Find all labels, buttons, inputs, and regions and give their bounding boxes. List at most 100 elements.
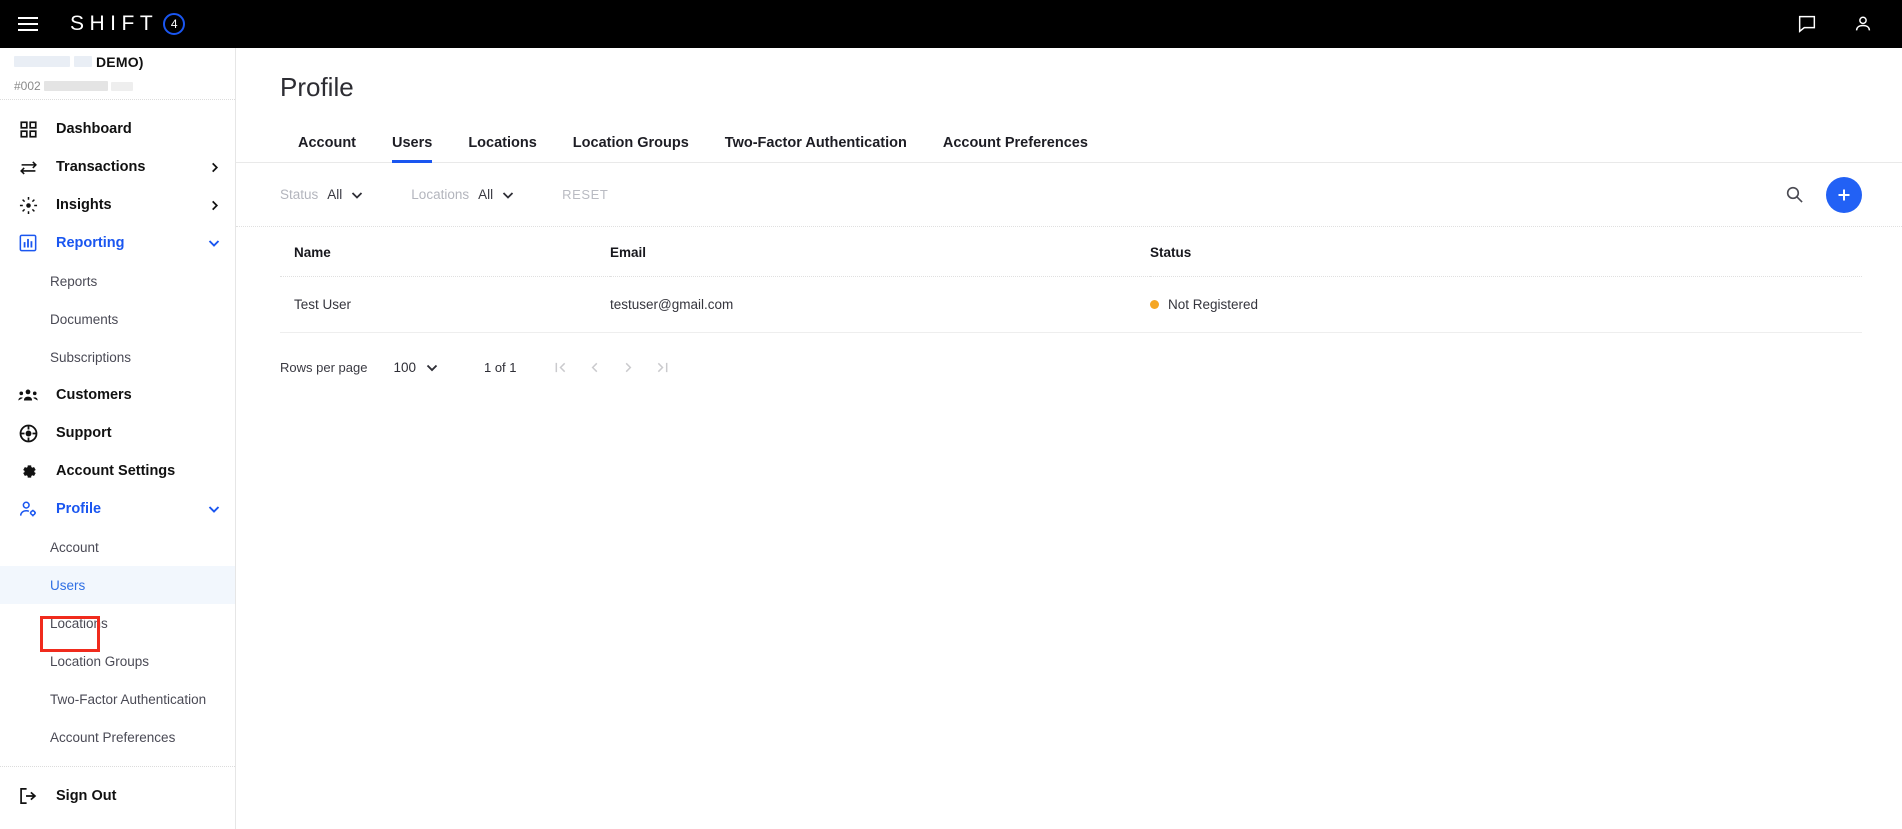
sidebar-item-sign-out[interactable]: Sign Out <box>0 777 235 815</box>
tab-label: Account Preferences <box>943 135 1088 151</box>
status-filter[interactable]: Status All <box>280 187 363 202</box>
redacted-account-id-2 <box>111 82 133 91</box>
status-filter-label: Status <box>280 187 318 202</box>
sidebar-subitem-label: Reports <box>50 274 97 289</box>
table-header-row: Name Email Status <box>280 227 1862 277</box>
locations-filter[interactable]: Locations All <box>411 187 514 202</box>
sidebar-item-customers[interactable]: Customers <box>0 376 235 414</box>
tab-account-preferences[interactable]: Account Preferences <box>925 135 1106 162</box>
page-indicator: 1 of 1 <box>484 360 517 375</box>
sidebar-subitem-label: Account <box>50 540 99 555</box>
tab-bar: Account Users Locations Location Groups … <box>236 125 1902 163</box>
chevron-right-icon[interactable] <box>207 198 221 212</box>
sidebar-subitem-label: Subscriptions <box>50 350 131 365</box>
tab-locations[interactable]: Locations <box>450 135 554 162</box>
main-content: Profile Account Users Locations Location… <box>236 48 1902 829</box>
sidebar-subitem-two-factor-authentication[interactable]: Two-Factor Authentication <box>0 680 235 718</box>
hamburger-menu-icon[interactable] <box>18 11 44 37</box>
chevron-down-icon[interactable] <box>502 189 514 201</box>
tab-account[interactable]: Account <box>280 135 374 162</box>
top-bar: SHIFT 4 <box>0 0 1902 48</box>
sidebar: DEMO) #002 Dashboard <box>0 48 236 829</box>
rows-per-page-value: 100 <box>393 360 416 375</box>
sidebar-nav: Dashboard Transactions <box>0 100 235 815</box>
gear-icon <box>16 460 40 482</box>
sidebar-subitem-label: Locations <box>50 616 108 631</box>
sidebar-subitem-reports[interactable]: Reports <box>0 262 235 300</box>
sign-out-icon <box>16 785 40 807</box>
filter-bar: Status All Locations All RESET <box>236 163 1902 227</box>
rows-per-page-select[interactable]: 100 <box>393 360 438 375</box>
chevron-down-icon[interactable] <box>207 236 221 250</box>
redacted-account-name <box>14 56 70 67</box>
table-row[interactable]: Test User testuser@gmail.com Not Registe… <box>280 277 1862 333</box>
sidebar-item-transactions[interactable]: Transactions <box>0 148 235 186</box>
first-page-icon[interactable] <box>551 357 571 377</box>
pager-buttons <box>551 357 673 377</box>
chevron-down-icon[interactable] <box>207 502 221 516</box>
status-dot-icon <box>1150 300 1159 309</box>
rows-per-page-label: Rows per page <box>280 360 367 375</box>
tab-location-groups[interactable]: Location Groups <box>555 135 707 162</box>
redacted-account-name-2 <box>74 56 92 67</box>
sidebar-item-account-settings[interactable]: Account Settings <box>0 452 235 490</box>
chevron-down-icon[interactable] <box>351 189 363 201</box>
next-page-icon[interactable] <box>619 357 639 377</box>
account-demo-label: DEMO) <box>96 54 144 70</box>
sidebar-item-label: Sign Out <box>56 788 116 804</box>
brand-badge: 4 <box>163 13 185 35</box>
transfer-arrows-icon <box>16 156 40 178</box>
sidebar-item-support[interactable]: Support <box>0 414 235 452</box>
sidebar-item-label: Account Settings <box>56 463 175 479</box>
lifebuoy-icon <box>16 422 40 444</box>
people-group-icon <box>16 384 40 406</box>
status-filter-value: All <box>327 187 342 202</box>
sidebar-item-label: Dashboard <box>56 121 132 137</box>
sidebar-subitem-documents[interactable]: Documents <box>0 300 235 338</box>
sidebar-item-insights[interactable]: Insights <box>0 186 235 224</box>
account-name-row: DEMO) <box>14 54 221 74</box>
sidebar-subitem-location-groups[interactable]: Location Groups <box>0 642 235 680</box>
locations-filter-value: All <box>478 187 493 202</box>
sidebar-item-label: Insights <box>56 197 112 213</box>
sidebar-item-label: Transactions <box>56 159 145 175</box>
person-icon[interactable] <box>1852 13 1874 35</box>
tab-label: Two-Factor Authentication <box>725 135 907 151</box>
sidebar-item-label: Reporting <box>56 235 124 251</box>
sidebar-subitem-locations[interactable]: Locations <box>0 604 235 642</box>
sidebar-item-profile[interactable]: Profile <box>0 490 235 528</box>
prev-page-icon[interactable] <box>585 357 605 377</box>
pagination-bar: Rows per page 100 1 of 1 <box>236 333 1902 377</box>
sidebar-subitem-account-preferences[interactable]: Account Preferences <box>0 718 235 756</box>
chevron-down-icon[interactable] <box>426 361 438 373</box>
sidebar-subitem-subscriptions[interactable]: Subscriptions <box>0 338 235 376</box>
column-header-status: Status <box>1150 227 1862 277</box>
chevron-right-icon[interactable] <box>207 160 221 174</box>
search-icon[interactable] <box>1785 185 1804 204</box>
status-badge: Not Registered <box>1150 297 1862 312</box>
sidebar-subitem-users[interactable]: Users <box>0 566 235 604</box>
sidebar-item-reporting[interactable]: Reporting <box>0 224 235 262</box>
tab-label: Locations <box>468 135 536 151</box>
sidebar-subitem-account[interactable]: Account <box>0 528 235 566</box>
account-id-row: #002 <box>14 79 221 93</box>
last-page-icon[interactable] <box>653 357 673 377</box>
bar-chart-icon <box>16 232 40 254</box>
sparkle-icon <box>16 194 40 216</box>
tab-users[interactable]: Users <box>374 135 450 162</box>
sidebar-item-label: Support <box>56 425 112 441</box>
chat-bubble-icon[interactable] <box>1796 13 1818 35</box>
sidebar-item-label: Profile <box>56 501 101 517</box>
tab-two-factor-authentication[interactable]: Two-Factor Authentication <box>707 135 925 162</box>
cell-status: Not Registered <box>1150 277 1862 333</box>
filter-bar-actions <box>1785 177 1862 213</box>
sign-out-section: Sign Out <box>0 767 235 815</box>
add-user-button[interactable] <box>1826 177 1862 213</box>
cell-email: testuser@gmail.com <box>610 277 1150 333</box>
tab-label: Users <box>392 135 432 151</box>
sidebar-item-dashboard[interactable]: Dashboard <box>0 110 235 148</box>
reset-button[interactable]: RESET <box>562 187 608 202</box>
top-bar-actions <box>1796 13 1874 35</box>
brand-logo[interactable]: SHIFT 4 <box>70 12 185 36</box>
sidebar-subitem-label: Users <box>50 578 85 593</box>
